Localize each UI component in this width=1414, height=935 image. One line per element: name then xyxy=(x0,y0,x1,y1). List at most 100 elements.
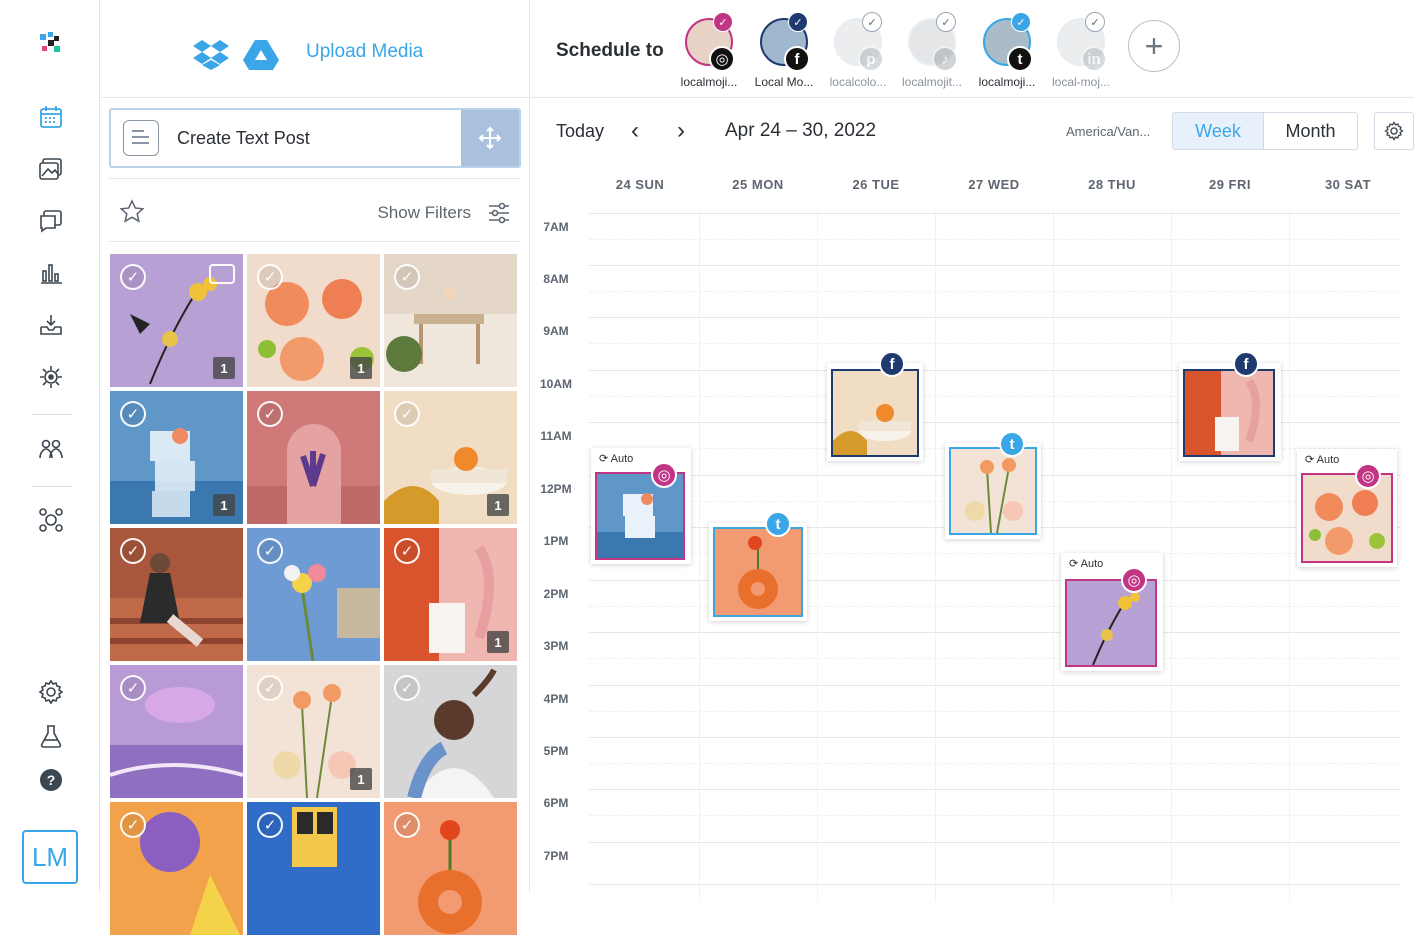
profile-avatar[interactable]: LM xyxy=(22,830,78,884)
media-tile[interactable]: ✓ xyxy=(247,391,380,524)
unselected-check-icon: ✓ xyxy=(1085,12,1105,32)
nav-rail: ? LM xyxy=(0,0,100,892)
select-checkbox[interactable]: ✓ xyxy=(394,538,420,564)
hour-label: 11AM xyxy=(540,429,572,443)
media-tile[interactable]: ✓ 1 xyxy=(384,391,517,524)
week-view-tab[interactable]: Week xyxy=(1172,112,1264,150)
select-checkbox[interactable]: ✓ xyxy=(257,264,283,290)
account-name: localmoji... xyxy=(978,75,1036,89)
team-icon[interactable] xyxy=(36,434,66,464)
select-checkbox[interactable]: ✓ xyxy=(120,812,146,838)
half-hour-line xyxy=(589,658,1401,659)
day-column-divider xyxy=(817,211,818,901)
media-tile[interactable]: ✓ 1 xyxy=(384,528,517,661)
media-tile[interactable]: ✓ xyxy=(110,528,243,661)
media-library-icon[interactable] xyxy=(36,154,66,184)
hour-label: 5PM xyxy=(543,744,569,758)
twitter-icon: t xyxy=(765,511,791,537)
select-checkbox[interactable]: ✓ xyxy=(120,675,146,701)
media-tile[interactable]: ✓ xyxy=(384,802,517,935)
hour-line xyxy=(589,213,1401,214)
today-button[interactable]: Today xyxy=(556,121,604,142)
account-name: localmojit... xyxy=(901,75,963,89)
favorites-star-icon[interactable] xyxy=(119,199,145,225)
hour-line xyxy=(589,317,1401,318)
drag-move-icon[interactable] xyxy=(461,110,519,166)
select-checkbox[interactable]: ✓ xyxy=(120,401,146,427)
scheduled-post-instagram[interactable]: ⟳ Auto ◎ xyxy=(1061,553,1163,671)
scheduled-post-twitter[interactable]: t xyxy=(945,431,1041,539)
account-name: localmoji... xyxy=(680,75,738,89)
calendar-settings-gear-icon[interactable] xyxy=(1374,112,1414,150)
facebook-icon: f xyxy=(784,46,810,72)
svg-text:?: ? xyxy=(47,772,56,788)
labs-flask-icon[interactable] xyxy=(36,721,66,751)
month-view-tab[interactable]: Month xyxy=(1263,112,1358,150)
scheduled-post-facebook[interactable]: f xyxy=(827,351,923,461)
dropbox-icon[interactable] xyxy=(193,38,229,70)
settings-gear-icon[interactable] xyxy=(36,677,66,707)
select-checkbox[interactable]: ✓ xyxy=(257,812,283,838)
select-checkbox[interactable]: ✓ xyxy=(394,401,420,427)
half-hour-line xyxy=(589,711,1401,712)
select-checkbox[interactable]: ✓ xyxy=(120,538,146,564)
filter-sliders-icon[interactable] xyxy=(487,201,511,225)
day-column-divider xyxy=(1171,211,1172,901)
select-checkbox[interactable]: ✓ xyxy=(120,264,146,290)
auto-post-label: ⟳ Auto xyxy=(1069,558,1104,570)
discover-icon[interactable] xyxy=(36,362,66,392)
select-checkbox[interactable]: ✓ xyxy=(394,264,420,290)
media-tile[interactable]: ✓ xyxy=(247,528,380,661)
app-logo-icon[interactable] xyxy=(36,28,66,58)
media-tile[interactable]: ✓ 1 xyxy=(110,391,243,524)
next-week-chevron-icon[interactable]: › xyxy=(677,117,685,145)
instagram-icon: ◎ xyxy=(651,462,677,488)
scheduled-post-instagram[interactable]: ⟳ Auto ◎ xyxy=(1297,449,1397,567)
select-checkbox[interactable]: ✓ xyxy=(257,675,283,701)
media-tile[interactable]: ✓ 1 xyxy=(110,254,243,387)
selected-check-icon: ✓ xyxy=(713,12,733,32)
media-tile[interactable]: ✓ xyxy=(110,665,243,798)
show-filters-link[interactable]: Show Filters xyxy=(377,203,471,223)
post-thumbnail xyxy=(1183,369,1275,457)
media-tile[interactable]: ✓ xyxy=(247,802,380,935)
upload-media-link[interactable]: Upload Media xyxy=(306,41,423,63)
media-tile[interactable]: ✓ xyxy=(384,254,517,387)
auto-post-label: ⟳ Auto xyxy=(599,453,634,465)
half-hour-line xyxy=(589,239,1401,240)
google-drive-icon[interactable] xyxy=(243,38,279,70)
usage-count-badge: 1 xyxy=(487,494,509,516)
schedule-header: Schedule to ◎ ✓ localmoji... f ✓ Local M… xyxy=(531,0,1414,98)
create-text-post-button[interactable]: Create Text Post xyxy=(109,108,521,168)
select-checkbox[interactable]: ✓ xyxy=(394,675,420,701)
timezone-selector[interactable]: America/Van... xyxy=(1066,124,1150,139)
rail-divider xyxy=(32,414,72,415)
post-thumbnail xyxy=(713,527,803,617)
analytics-icon[interactable] xyxy=(36,258,66,288)
integrations-icon[interactable] xyxy=(36,505,66,535)
day-column-divider xyxy=(935,211,936,901)
hour-line xyxy=(589,632,1401,633)
media-tile[interactable]: ✓ xyxy=(110,802,243,935)
scheduled-post-facebook[interactable]: f xyxy=(1179,351,1281,461)
post-thumbnail xyxy=(949,447,1037,535)
calendar-icon[interactable] xyxy=(36,102,66,132)
select-checkbox[interactable]: ✓ xyxy=(394,812,420,838)
day-header: 26 TUE xyxy=(852,177,900,192)
media-tile[interactable]: ✓ 1 xyxy=(247,665,380,798)
scheduled-post-twitter[interactable]: t xyxy=(709,511,807,621)
scheduled-post-instagram[interactable]: ⟳ Auto ◎ xyxy=(591,448,691,564)
add-account-plus-icon[interactable]: + xyxy=(1128,20,1180,72)
prev-week-chevron-icon[interactable]: ‹ xyxy=(631,117,639,145)
media-tile[interactable]: ✓ 1 xyxy=(247,254,380,387)
help-icon[interactable]: ? xyxy=(36,765,66,795)
post-thumbnail xyxy=(831,369,919,457)
usage-count-badge: 1 xyxy=(213,357,235,379)
select-checkbox[interactable]: ✓ xyxy=(257,401,283,427)
hour-label: 4PM xyxy=(543,692,569,706)
account-name: local-moj... xyxy=(1051,75,1110,89)
conversations-icon[interactable] xyxy=(36,206,66,236)
media-tile[interactable]: ✓ xyxy=(384,665,517,798)
inbox-download-icon[interactable] xyxy=(36,310,66,340)
select-checkbox[interactable]: ✓ xyxy=(257,538,283,564)
